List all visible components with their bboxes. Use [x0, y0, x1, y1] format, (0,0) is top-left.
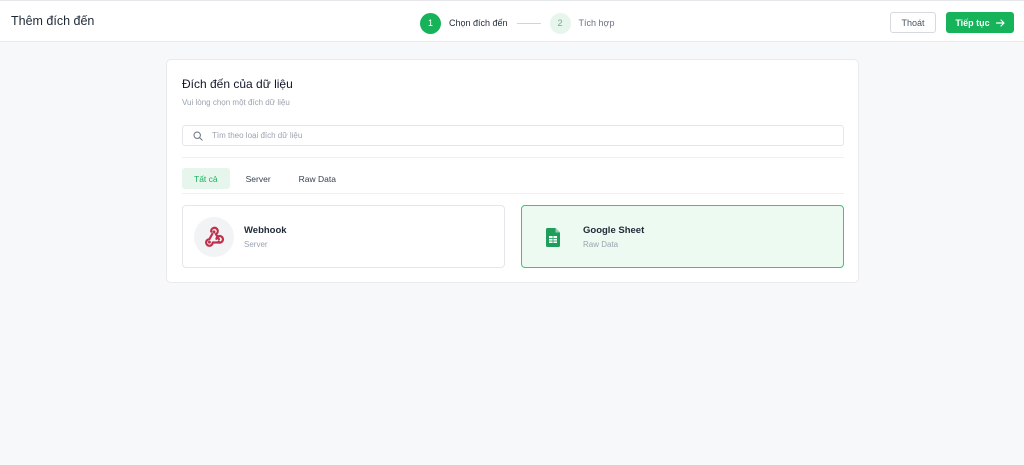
- panel-title: Đích đến của dữ liệu: [182, 77, 293, 91]
- search-input[interactable]: [212, 131, 812, 140]
- destination-name: Webhook: [244, 225, 287, 236]
- destination-panel: Đích đến của dữ liệu Vui lòng chọn một đ…: [166, 59, 859, 283]
- continue-button[interactable]: Tiếp tục: [946, 12, 1014, 33]
- search-icon: [193, 130, 203, 141]
- tab-raw-data[interactable]: Raw Data: [287, 168, 348, 189]
- arrow-right-icon: [995, 18, 1005, 27]
- destination-card-webhook[interactable]: Webhook Server: [182, 205, 505, 268]
- exit-button[interactable]: Thoát: [890, 12, 936, 33]
- page-title: Thêm đích đến: [11, 14, 95, 28]
- step-2-label: Tích hợp: [578, 18, 615, 28]
- panel-subtitle: Vui lòng chọn một đích dữ liệu: [182, 98, 290, 107]
- google-sheets-icon: [533, 217, 573, 257]
- search-box: [182, 125, 844, 146]
- tab-all[interactable]: Tất cả: [182, 168, 230, 189]
- step-1-indicator: 1: [420, 12, 441, 34]
- destination-name: Google Sheet: [583, 225, 645, 236]
- category-tabs: Tất cả Server Raw Data: [182, 168, 352, 189]
- destination-card-google-sheet[interactable]: Google Sheet Raw Data: [521, 205, 844, 268]
- exit-button-label: Thoát: [901, 17, 925, 28]
- destination-category: Raw Data: [583, 240, 619, 249]
- top-bar: Thêm đích đến 1 Chọn đích đến 2 Tích hợp…: [0, 0, 1024, 42]
- divider: [182, 157, 844, 158]
- divider: [182, 193, 844, 194]
- destination-category: Server: [244, 240, 268, 249]
- step-connector: [516, 22, 541, 24]
- step-2-indicator: 2: [549, 12, 571, 34]
- webhook-icon: [194, 217, 234, 257]
- continue-button-label: Tiếp tục: [955, 17, 990, 28]
- step-1-label: Chọn đích đến: [449, 18, 508, 28]
- tab-server[interactable]: Server: [234, 168, 283, 189]
- stepper: 1 Chọn đích đến 2 Tích hợp: [420, 12, 614, 34]
